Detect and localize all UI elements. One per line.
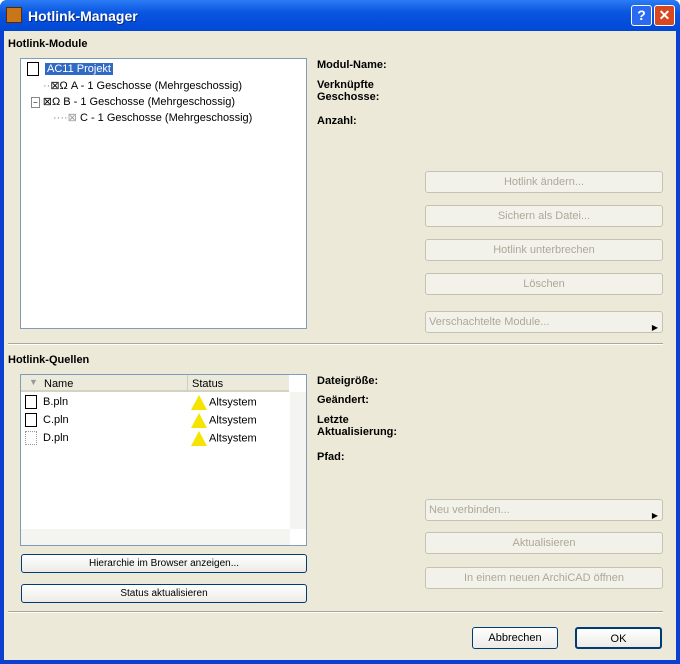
module-icon: ⊠ (67, 112, 80, 124)
module-tree[interactable]: AC11 Projekt ··⊠Ω A - 1 Geschosse (Mehrg… (20, 58, 307, 329)
tree-item-a[interactable]: ··⊠Ω A - 1 Geschosse (Mehrgeschossig) (43, 79, 242, 92)
status-cell: Altsystem (191, 431, 257, 446)
relink-button[interactable]: Neu verbinden... ▶ (425, 499, 663, 521)
project-icon (27, 62, 39, 76)
app-icon (6, 7, 22, 23)
count-label: Anzahl: (317, 115, 357, 127)
column-status[interactable]: Status (187, 375, 227, 391)
arrow-right-icon: ▶ (651, 511, 658, 520)
collapse-icon[interactable]: − (31, 97, 40, 108)
file-icon (25, 395, 37, 409)
list-row[interactable]: D.pln (25, 431, 69, 445)
modules-heading: Hotlink-Module (8, 38, 88, 50)
break-hotlink-button[interactable]: Hotlink unterbrechen (425, 239, 663, 261)
list-row[interactable]: B.pln (25, 395, 68, 409)
arrow-right-icon: ▶ (651, 323, 658, 332)
tree-item-c[interactable]: ····⊠ C - 1 Geschosse (Mehrgeschossig) (53, 111, 252, 124)
open-in-archicad-button[interactable]: In einem neuen ArchiCAD öffnen (425, 567, 663, 589)
module-icon: ⊠Ω (50, 80, 71, 92)
horizontal-scrollbar[interactable] (21, 529, 290, 545)
module-icon: ⊠Ω (42, 96, 64, 108)
file-icon (25, 413, 37, 427)
status-cell: Altsystem (191, 395, 257, 410)
nested-modules-button[interactable]: Verschachtelte Module... ▶ (425, 311, 663, 333)
linked-stories-label: Verknüpfte Geschosse: (317, 79, 380, 103)
show-hierarchy-button[interactable]: Hierarchie im Browser anzeigen... (21, 554, 307, 573)
title-bar: Hotlink-Manager ? ✕ (0, 0, 680, 31)
file-icon (25, 431, 37, 445)
cancel-button[interactable]: Abbrechen (472, 627, 558, 649)
update-button[interactable]: Aktualisieren (425, 532, 663, 554)
modified-label: Geändert: (317, 394, 369, 406)
warning-icon (191, 413, 207, 428)
save-as-file-button[interactable]: Sichern als Datei... (425, 205, 663, 227)
delete-button[interactable]: Löschen (425, 273, 663, 295)
help-button[interactable]: ? (631, 5, 652, 26)
window-title: Hotlink-Manager (28, 8, 138, 24)
ok-button[interactable]: OK (575, 627, 662, 649)
warning-icon (191, 395, 207, 410)
close-button[interactable]: ✕ (654, 5, 675, 26)
warning-icon (191, 431, 207, 446)
sources-heading: Hotlink-Quellen (8, 354, 90, 366)
divider (8, 611, 663, 613)
dialog-window: Hotlink-Manager ? ✕ Hotlink-Module AC11 … (0, 0, 680, 664)
file-size-label: Dateigröße: (317, 375, 379, 387)
list-row[interactable]: C.pln (25, 413, 69, 427)
change-hotlink-button[interactable]: Hotlink ändern... (425, 171, 663, 193)
last-updated-label: Letzte Aktualisierung: (317, 414, 398, 438)
module-name-label: Modul-Name: (317, 59, 387, 71)
sort-icon: ▼ (29, 377, 38, 387)
tree-item-root[interactable]: AC11 Projekt (27, 62, 113, 76)
list-header: ▼ Name Status (21, 375, 289, 392)
dialog-body: Hotlink-Module AC11 Projekt ··⊠Ω A - 1 G… (4, 31, 676, 660)
sources-list[interactable]: ▼ Name Status B.pln Altsystem C.pln Alts… (20, 374, 307, 546)
column-name[interactable]: Name (44, 378, 73, 390)
path-label: Pfad: (317, 451, 345, 463)
tree-item-b[interactable]: − ⊠Ω B - 1 Geschosse (Mehrgeschossig) (31, 95, 235, 108)
vertical-scrollbar[interactable] (290, 392, 306, 529)
status-cell: Altsystem (191, 413, 257, 428)
refresh-status-button[interactable]: Status aktualisieren (21, 584, 307, 603)
divider (8, 343, 663, 345)
